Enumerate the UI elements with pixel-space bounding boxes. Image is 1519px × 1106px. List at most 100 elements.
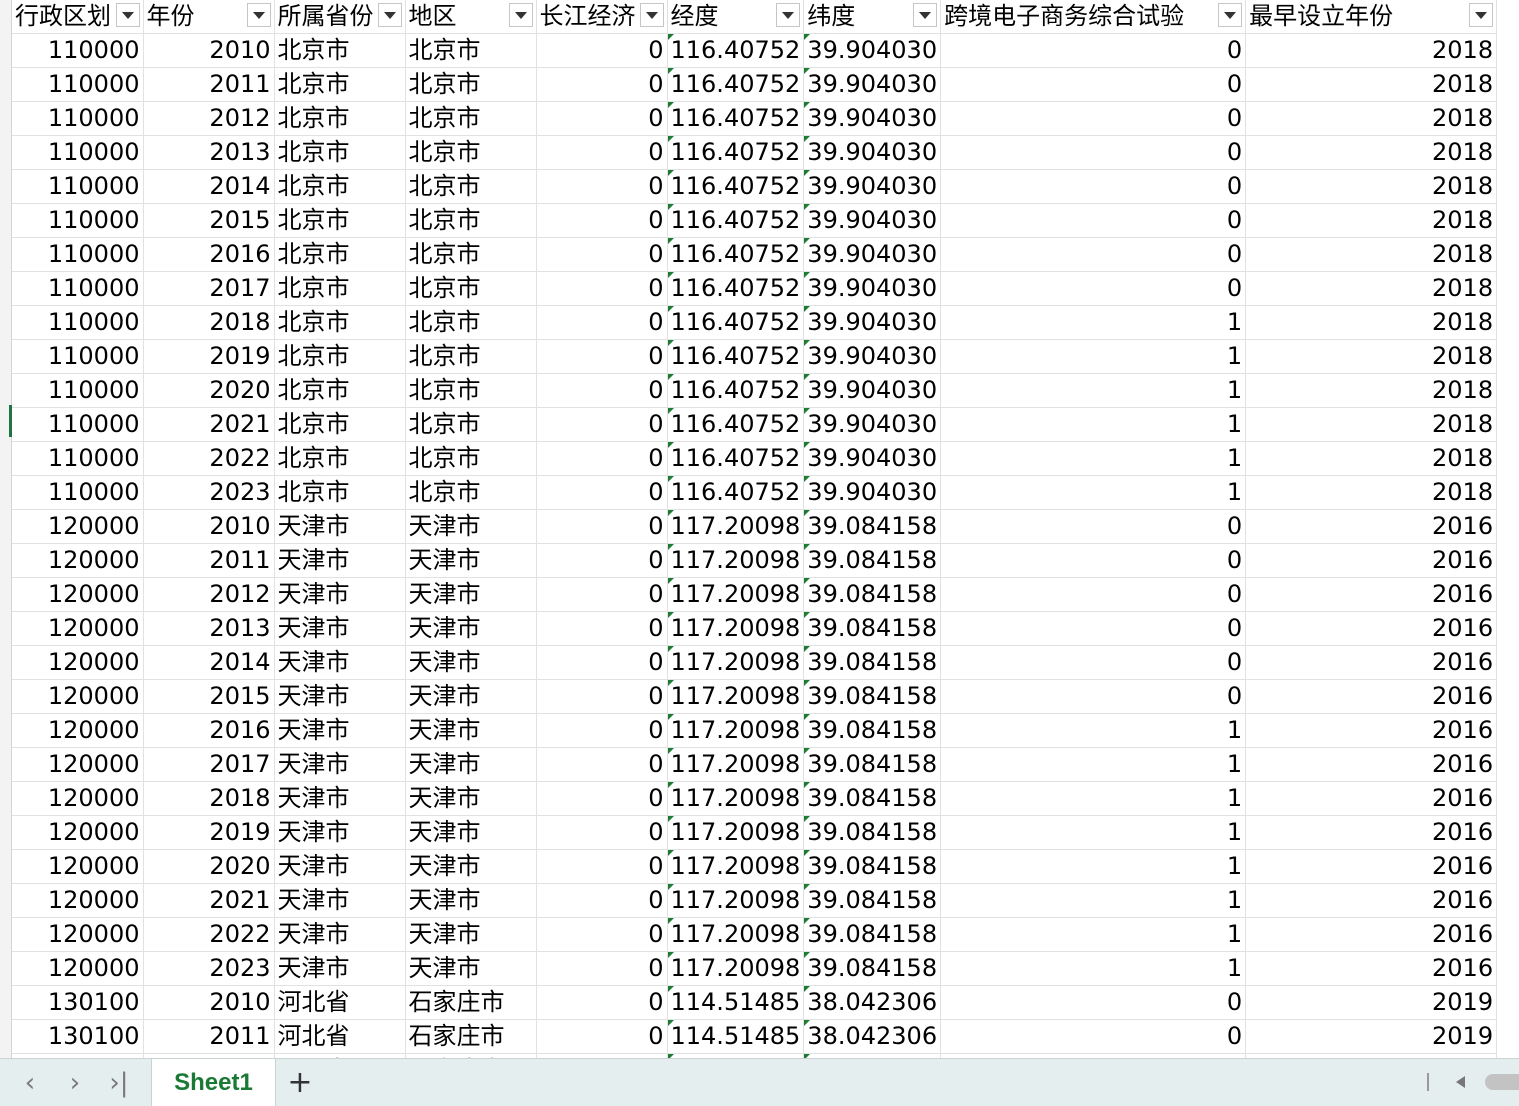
table-cell[interactable]: 110000 bbox=[12, 271, 144, 306]
table-cell[interactable]: 北京市 bbox=[405, 475, 537, 510]
table-cell[interactable]: 0 bbox=[536, 951, 668, 986]
column-header[interactable]: 地区 bbox=[405, 0, 537, 34]
table-cell[interactable]: 0 bbox=[536, 373, 668, 408]
table-cell[interactable]: 130100 bbox=[12, 1019, 144, 1054]
table-cell[interactable]: 2023 bbox=[143, 951, 275, 986]
table-cell[interactable]: 116.40752 bbox=[667, 67, 805, 102]
filter-dropdown-icon[interactable] bbox=[639, 3, 664, 27]
table-cell[interactable]: 2022 bbox=[143, 441, 275, 476]
table-cell[interactable]: 110000 bbox=[12, 373, 144, 408]
table-cell[interactable]: 1 bbox=[940, 305, 1247, 340]
table-cell[interactable]: 1 bbox=[940, 475, 1247, 510]
table-cell[interactable]: 2018 bbox=[143, 781, 275, 816]
table-cell[interactable]: 117.20098 bbox=[667, 713, 805, 748]
table-cell[interactable]: 2016 bbox=[1245, 883, 1498, 918]
table-cell[interactable]: 2018 bbox=[1245, 101, 1498, 136]
table-cell[interactable]: 0 bbox=[940, 679, 1247, 714]
table-cell[interactable]: 北京市 bbox=[274, 169, 406, 204]
table-cell[interactable]: 114.51485 bbox=[667, 1019, 805, 1054]
table-cell[interactable]: 110000 bbox=[12, 339, 144, 374]
column-header[interactable]: 行政区划 bbox=[12, 0, 144, 34]
table-cell[interactable]: 北京市 bbox=[405, 407, 537, 442]
table-cell[interactable]: 2019 bbox=[1245, 1019, 1498, 1054]
table-cell[interactable]: 38.042306 bbox=[803, 985, 942, 1020]
column-header[interactable]: 经度 bbox=[667, 0, 805, 34]
filter-dropdown-icon[interactable] bbox=[1218, 3, 1243, 27]
table-cell[interactable]: 117.20098 bbox=[667, 543, 805, 578]
table-cell[interactable]: 120000 bbox=[12, 611, 144, 646]
table-cell[interactable]: 120000 bbox=[12, 747, 144, 782]
spreadsheet-grid-area[interactable]: 行政区划 年份 所属省份 地区 长江经济 经度 纬度 跨境电子商务综合试验 最早设立年份 110… bbox=[0, 0, 1519, 1058]
table-cell[interactable]: 117.20098 bbox=[667, 883, 805, 918]
table-cell[interactable]: 2018 bbox=[1245, 67, 1498, 102]
table-cell[interactable]: 天津市 bbox=[274, 543, 406, 578]
table-cell[interactable]: 0 bbox=[940, 645, 1247, 680]
table-cell[interactable]: 1 bbox=[940, 407, 1247, 442]
table-cell[interactable]: 2016 bbox=[1245, 917, 1498, 952]
table-cell[interactable]: 2018 bbox=[1245, 339, 1498, 374]
table-cell[interactable]: 117.20098 bbox=[667, 951, 805, 986]
table-cell[interactable]: 2014 bbox=[143, 645, 275, 680]
column-header[interactable]: 年份 bbox=[143, 0, 275, 34]
table-cell[interactable]: 0 bbox=[536, 509, 668, 544]
table-cell[interactable]: 北京市 bbox=[274, 373, 406, 408]
horizontal-scrollbar-thumb[interactable] bbox=[1485, 1074, 1519, 1090]
table-cell[interactable]: 天津市 bbox=[405, 509, 537, 544]
table-cell[interactable]: 39.904030 bbox=[803, 407, 942, 442]
table-cell[interactable]: 39.084158 bbox=[803, 849, 942, 884]
table-cell[interactable]: 天津市 bbox=[274, 781, 406, 816]
table-cell[interactable]: 北京市 bbox=[405, 67, 537, 102]
table-cell[interactable]: 0 bbox=[940, 67, 1247, 102]
table-cell[interactable]: 天津市 bbox=[405, 951, 537, 986]
table-cell[interactable]: 116.40752 bbox=[667, 33, 805, 68]
table-cell[interactable]: 2016 bbox=[1245, 543, 1498, 578]
table-cell[interactable]: 0 bbox=[536, 305, 668, 340]
table-cell[interactable]: 河北省 bbox=[274, 985, 406, 1020]
table-cell[interactable]: 1 bbox=[940, 441, 1247, 476]
prev-sheet-icon[interactable]: ‹ bbox=[10, 1059, 50, 1106]
table-cell[interactable]: 1 bbox=[940, 951, 1247, 986]
table-cell[interactable]: 天津市 bbox=[405, 713, 537, 748]
table-cell[interactable]: 2020 bbox=[143, 849, 275, 884]
table-cell[interactable]: 2018 bbox=[143, 305, 275, 340]
table-cell[interactable]: 天津市 bbox=[274, 917, 406, 952]
table-cell[interactable]: 0 bbox=[536, 679, 668, 714]
table-cell[interactable]: 0 bbox=[940, 101, 1247, 136]
table-cell[interactable]: 0 bbox=[940, 169, 1247, 204]
column-header[interactable]: 最早设立年份 bbox=[1245, 0, 1498, 34]
table-cell[interactable]: 2016 bbox=[1245, 951, 1498, 986]
table-cell[interactable]: 2018 bbox=[1245, 33, 1498, 68]
table-cell[interactable]: 39.084158 bbox=[803, 883, 942, 918]
filter-dropdown-icon[interactable] bbox=[115, 3, 140, 27]
table-cell[interactable]: 北京市 bbox=[405, 237, 537, 272]
table-cell[interactable]: 1 bbox=[940, 373, 1247, 408]
table-cell[interactable]: 0 bbox=[536, 101, 668, 136]
table-cell[interactable]: 0 bbox=[536, 815, 668, 850]
table-cell[interactable]: 北京市 bbox=[274, 441, 406, 476]
table-cell[interactable]: 117.20098 bbox=[667, 509, 805, 544]
table-cell[interactable]: 2012 bbox=[143, 101, 275, 136]
table-cell[interactable]: 110000 bbox=[12, 237, 144, 272]
table-cell[interactable]: 2013 bbox=[143, 611, 275, 646]
table-cell[interactable]: 天津市 bbox=[274, 883, 406, 918]
table-cell[interactable]: 1 bbox=[940, 339, 1247, 374]
table-cell[interactable]: 39.084158 bbox=[803, 679, 942, 714]
table-cell[interactable]: 120000 bbox=[12, 815, 144, 850]
table-cell[interactable]: 2018 bbox=[1245, 169, 1498, 204]
table-cell[interactable]: 2019 bbox=[143, 815, 275, 850]
sheet-tab-sheet1[interactable]: Sheet1 bbox=[151, 1059, 276, 1106]
table-cell[interactable]: 2011 bbox=[143, 543, 275, 578]
table-cell[interactable]: 0 bbox=[536, 883, 668, 918]
table-cell[interactable]: 北京市 bbox=[405, 203, 537, 238]
table-cell[interactable]: 天津市 bbox=[274, 951, 406, 986]
table-cell[interactable]: 2016 bbox=[1245, 577, 1498, 612]
last-sheet-icon[interactable]: ›| bbox=[99, 1059, 139, 1106]
table-cell[interactable]: 39.904030 bbox=[803, 475, 942, 510]
table-cell[interactable]: 39.904030 bbox=[803, 169, 942, 204]
table-cell[interactable]: 114.51485 bbox=[667, 985, 805, 1020]
table-cell[interactable]: 117.20098 bbox=[667, 611, 805, 646]
table-cell[interactable]: 120000 bbox=[12, 951, 144, 986]
table-cell[interactable]: 110000 bbox=[12, 203, 144, 238]
table-cell[interactable]: 2017 bbox=[143, 747, 275, 782]
table-cell[interactable]: 116.40752 bbox=[667, 305, 805, 340]
